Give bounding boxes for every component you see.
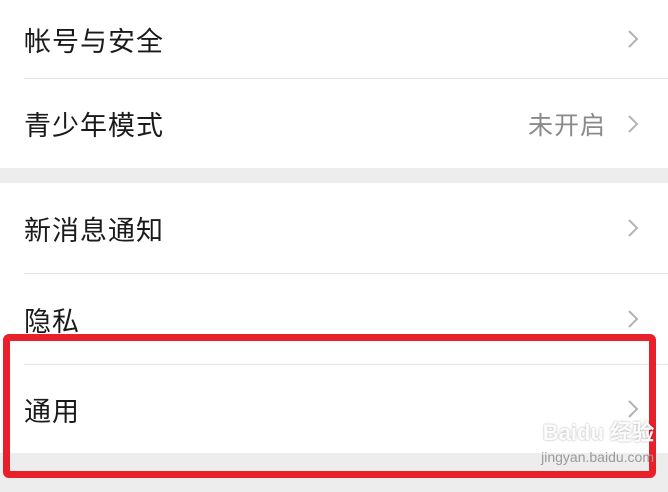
settings-item-teen-mode[interactable]: 青少年模式 未开启 [0, 79, 668, 168]
settings-item-account-security[interactable]: 帐号与安全 [0, 0, 668, 78]
settings-item-privacy[interactable]: 隐私 [0, 274, 668, 364]
settings-item-label: 帐号与安全 [24, 26, 164, 58]
settings-item-label: 青少年模式 [24, 111, 164, 142]
settings-group-account: 帐号与安全 青少年模式 未开启 [0, 0, 668, 168]
watermark: Baidu 经验 jingyan.baidu.com [541, 415, 654, 465]
settings-item-label: 隐私 [24, 306, 80, 338]
watermark-url: jingyan.baidu.com [541, 449, 654, 465]
settings-item-label: 通用 [24, 396, 80, 428]
chevron-right-icon [628, 114, 639, 133]
chevron-right-icon [628, 310, 639, 328]
settings-item-notifications[interactable]: 新消息通知 [0, 183, 668, 273]
chevron-right-icon [628, 30, 639, 48]
settings-group-general: 新消息通知 隐私 通用 [0, 183, 668, 453]
settings-item-label: 新消息通知 [24, 215, 164, 247]
chevron-right-icon [628, 219, 639, 237]
settings-item-status: 未开启 [527, 110, 606, 140]
watermark-logo: Baidu 经验 [542, 420, 654, 445]
